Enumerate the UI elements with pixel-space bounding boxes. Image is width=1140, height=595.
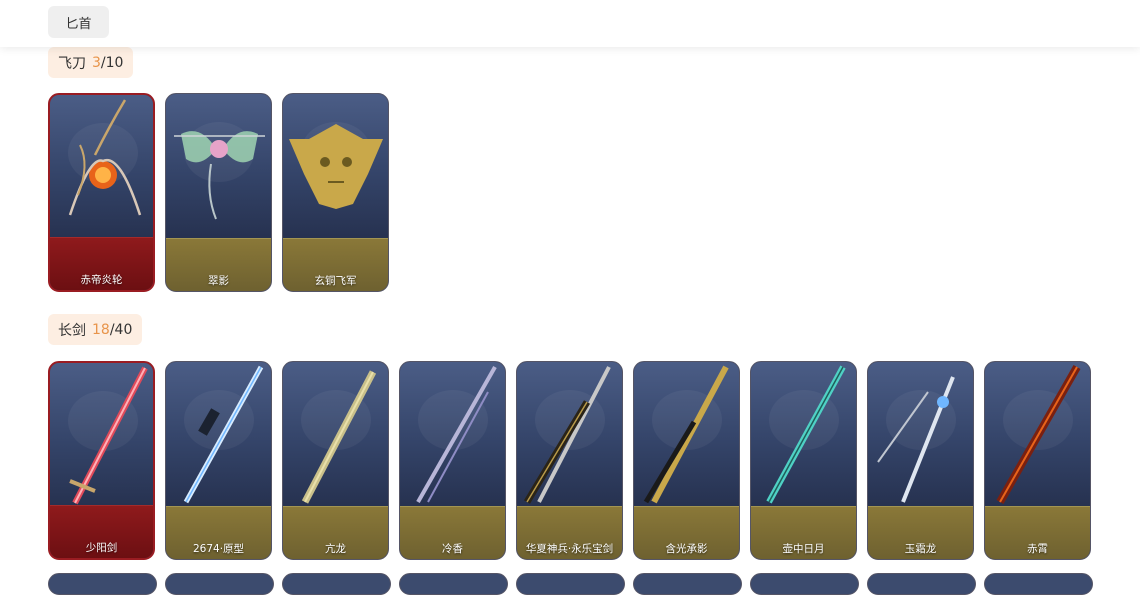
gold-sword-icon <box>643 365 729 504</box>
item-card-partial[interactable] <box>165 573 274 595</box>
item-name: 赤霄 <box>1027 543 1048 555</box>
item-name: 华夏神兵·永乐宝剑 <box>525 543 614 555</box>
flame-wheel-icon <box>68 99 142 216</box>
item-card-kanglong[interactable]: 亢龙 <box>282 361 389 560</box>
section-title: 飞刀 <box>58 55 86 72</box>
owned-count: 18 <box>92 321 110 338</box>
bamboo-sword-icon <box>301 370 377 504</box>
item-card-yushuanglong[interactable]: 玉霜龙 <box>867 361 974 560</box>
item-name: 少阳剑 <box>85 542 118 554</box>
tab-dagger[interactable]: 匕首 <box>48 6 109 38</box>
item-name: 壶中日月 <box>782 543 825 555</box>
bronze-mask-icon <box>289 124 383 209</box>
item-name: 含光承影 <box>665 543 708 555</box>
item-name: 亢龙 <box>325 543 346 555</box>
item-name: 2674·原型 <box>192 543 245 555</box>
item-name: 翠影 <box>208 275 229 287</box>
item-card-hanguang-chengying[interactable]: 含光承影 <box>633 361 740 560</box>
item-card-cuiying[interactable]: 翠影 <box>165 93 272 292</box>
item-card-partial[interactable] <box>516 573 625 595</box>
section-header-long-sword: 长剑 18/40 <box>48 314 143 345</box>
item-name: 赤帝炎轮 <box>80 274 123 286</box>
item-card-partial[interactable] <box>867 573 976 595</box>
crimson-sword-icon <box>996 365 1081 504</box>
item-name: 玉霜龙 <box>904 543 937 555</box>
light-blade-icon <box>183 365 264 504</box>
item-card-chixiao[interactable]: 赤霄 <box>984 361 1091 560</box>
item-card-xuantong-feijun[interactable]: 玄铜飞军 <box>282 93 389 292</box>
section-header-flying-knife: 飞刀 3/10 <box>48 47 134 78</box>
ornate-sword-icon <box>523 366 611 504</box>
item-card-lengxiang[interactable]: 冷香 <box>399 361 506 560</box>
section-title: 长剑 <box>58 322 86 339</box>
total-count: 10 <box>105 54 124 71</box>
item-card-partial[interactable] <box>984 573 1093 595</box>
item-card-partial[interactable] <box>750 573 859 595</box>
item-card-yongle-sword[interactable]: 华夏神兵·永乐宝剑 <box>516 361 623 560</box>
silver-sword-icon <box>416 366 497 503</box>
item-name: 玄铜飞军 <box>314 275 357 287</box>
item-card-partial[interactable] <box>282 573 391 595</box>
item-card-chidi-yanlun[interactable]: 赤帝炎轮 <box>48 93 155 292</box>
red-sword-icon <box>69 366 148 505</box>
item-name: 冷香 <box>442 543 463 555</box>
item-card-partial[interactable] <box>633 573 742 595</box>
item-card-shaoyang-sword[interactable]: 少阳剑 <box>48 361 155 560</box>
frost-sword-icon <box>877 376 955 503</box>
item-card-partial[interactable] <box>399 573 508 595</box>
jade-butterfly-icon <box>174 131 265 220</box>
item-card-huzhong-riyue[interactable]: 壶中日月 <box>750 361 857 560</box>
owned-count: 3 <box>92 54 101 71</box>
top-bar: 匕首 <box>0 0 1140 47</box>
teal-sword-icon <box>766 365 846 504</box>
total-count: 40 <box>114 321 133 338</box>
item-card-2674-prototype[interactable]: 2674·原型 <box>165 361 272 560</box>
item-card-partial[interactable] <box>48 573 157 595</box>
